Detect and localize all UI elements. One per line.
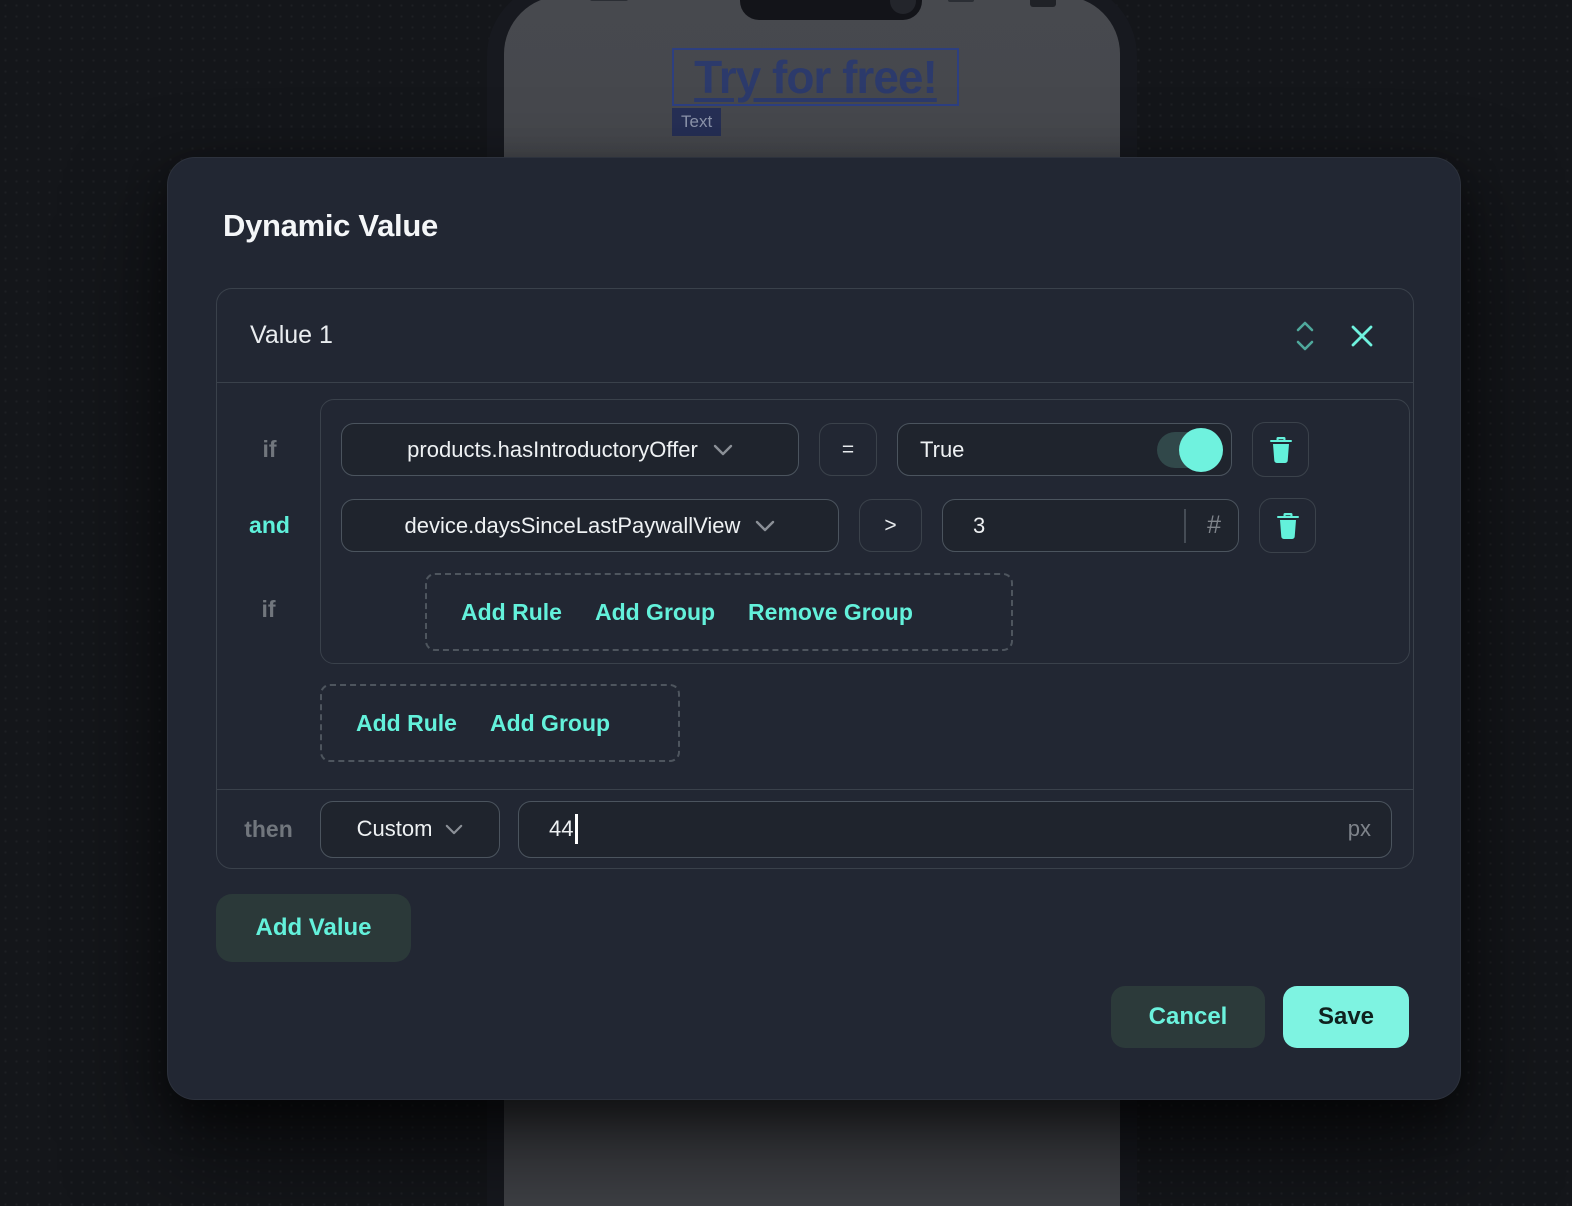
text-caret — [575, 814, 578, 844]
boolean-value-field: True — [897, 423, 1232, 476]
camera-icon — [890, 0, 916, 14]
add-group-button[interactable]: Add Group — [595, 599, 715, 626]
boolean-toggle[interactable] — [1157, 432, 1219, 468]
delete-rule-button[interactable] — [1252, 422, 1309, 477]
chevron-down-icon — [713, 444, 733, 456]
reorder-value-button[interactable] — [1292, 319, 1318, 353]
rule-prefix-label: if — [218, 436, 321, 463]
selected-text-element[interactable]: Try for free! — [672, 48, 959, 106]
field-select-value: device.daysSinceLastPaywallView — [405, 513, 741, 539]
rule-prefix-label: and — [218, 512, 321, 539]
then-label: then — [217, 816, 320, 843]
remove-group-button[interactable]: Remove Group — [748, 599, 913, 626]
operator-button[interactable]: > — [859, 499, 922, 552]
value-card: Value 1 if — [216, 288, 1414, 869]
chevron-down-icon — [755, 520, 775, 532]
statusbar-time-stub — [590, 0, 628, 1]
value-card-title: Value 1 — [250, 321, 333, 350]
value-type-select[interactable]: Custom — [320, 801, 500, 858]
number-value-input[interactable]: 3 # — [942, 499, 1239, 552]
rule-row: if products.hasIntroductoryOffer = True — [218, 422, 1409, 477]
group-actions: Add Rule Add Group Remove Group — [425, 573, 1013, 651]
sort-chevrons-icon — [1292, 319, 1318, 353]
unit-label: px — [1348, 816, 1391, 842]
add-rule-button[interactable]: Add Rule — [356, 710, 457, 737]
statusbar-signal-stub — [948, 0, 974, 2]
field-select-value: products.hasIntroductoryOffer — [407, 437, 698, 463]
input-divider — [1184, 509, 1186, 543]
trash-icon — [1276, 513, 1300, 539]
number-type-icon: # — [1207, 511, 1221, 540]
then-row: then Custom 44 px — [217, 789, 1413, 868]
rule-row: and device.daysSinceLastPaywallView > 3 … — [218, 498, 1409, 553]
add-value-button[interactable]: Add Value — [216, 894, 411, 962]
canvas-background: Try for free! Text Dynamic Value Value 1 — [0, 0, 1572, 1206]
save-button[interactable]: Save — [1283, 986, 1409, 1048]
outer-actions: Add Rule Add Group — [320, 684, 680, 762]
statusbar-battery-stub — [1030, 0, 1056, 7]
toggle-knob — [1179, 428, 1223, 472]
condition-group: if products.hasIntroductoryOffer = True — [320, 399, 1410, 664]
close-icon — [1348, 322, 1376, 350]
delete-rule-button[interactable] — [1259, 498, 1316, 553]
add-rule-button[interactable]: Add Rule — [461, 599, 562, 626]
value-type-selected: Custom — [357, 816, 433, 842]
custom-value-text: 44 — [549, 816, 573, 842]
trash-icon — [1269, 437, 1293, 463]
number-value-text: 3 — [973, 513, 985, 539]
add-group-button[interactable]: Add Group — [490, 710, 610, 737]
outer-condition-label: if — [217, 596, 320, 623]
field-select[interactable]: device.daysSinceLastPaywallView — [341, 499, 839, 552]
chevron-down-icon — [445, 824, 463, 835]
modal-title: Dynamic Value — [223, 208, 438, 244]
field-select[interactable]: products.hasIntroductoryOffer — [341, 423, 799, 476]
remove-value-button[interactable] — [1348, 322, 1376, 350]
cancel-button[interactable]: Cancel — [1111, 986, 1265, 1048]
rules-area: if if products.hasIntroductoryOffer = Tr… — [217, 383, 1413, 791]
cta-text[interactable]: Try for free! — [694, 50, 937, 104]
dynamic-value-modal: Dynamic Value Value 1 — [167, 157, 1461, 1100]
custom-value-input[interactable]: 44 px — [518, 801, 1392, 858]
element-type-badge: Text — [672, 108, 721, 136]
dynamic-island — [740, 0, 922, 20]
operator-button[interactable]: = — [819, 423, 877, 476]
boolean-value-label: True — [920, 437, 964, 463]
value-card-header: Value 1 — [217, 289, 1413, 383]
